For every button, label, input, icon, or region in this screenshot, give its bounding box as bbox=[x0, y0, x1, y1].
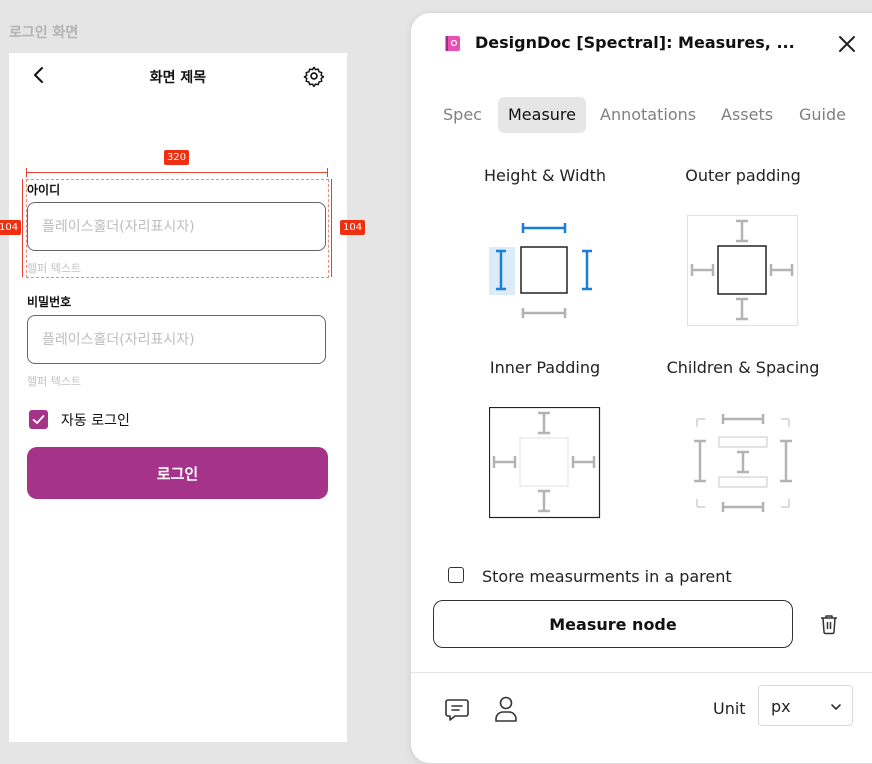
footer-divider bbox=[411, 672, 872, 673]
height-badge-left: 104 bbox=[0, 220, 22, 235]
height-badge-right: 104 bbox=[340, 220, 366, 235]
trash-icon[interactable] bbox=[819, 613, 839, 635]
unit-label: Unit bbox=[713, 699, 746, 718]
measure-node-button[interactable]: Measure node bbox=[433, 600, 793, 648]
height-width-icon[interactable] bbox=[489, 213, 601, 325]
store-in-parent-label[interactable]: Store measurments in a parent bbox=[482, 567, 732, 586]
option-children-spacing-label: Children & Spacing bbox=[666, 358, 820, 377]
unit-select[interactable]: px bbox=[758, 685, 853, 726]
chevron-down-icon bbox=[831, 704, 841, 710]
option-inner-padding-label: Inner Padding bbox=[489, 358, 601, 377]
pw-helper-text: 헬퍼 텍스트 bbox=[27, 375, 82, 388]
unit-select-value: px bbox=[771, 697, 791, 716]
tab-spec[interactable]: Spec bbox=[433, 97, 492, 133]
option-outer-padding-label: Outer padding bbox=[685, 166, 801, 185]
pw-field-label: 비밀번호 bbox=[27, 295, 72, 309]
auto-login-label[interactable]: 자동 로그인 bbox=[61, 410, 130, 430]
tab-measure[interactable]: Measure bbox=[498, 97, 586, 133]
login-screen-frame: 화면 제목 아이디 헬퍼 텍스트 320 104 104 비밀번호 헬퍼 텍스트… bbox=[0, 53, 366, 742]
inner-padding-icon[interactable] bbox=[489, 407, 601, 519]
screen-title: 화면 제목 bbox=[149, 70, 207, 86]
login-button[interactable]: 로그인 bbox=[27, 447, 328, 499]
outer-padding-icon[interactable] bbox=[687, 215, 799, 327]
width-measure-tick-right bbox=[327, 168, 328, 177]
measure-outline bbox=[26, 179, 329, 278]
tab-annotations[interactable]: Annotations bbox=[590, 97, 706, 133]
gear-icon[interactable] bbox=[303, 65, 325, 87]
width-measure-line bbox=[26, 172, 327, 173]
option-height-width-label: Height & Width bbox=[483, 166, 607, 185]
tab-guide[interactable]: Guide bbox=[789, 97, 856, 133]
close-icon[interactable] bbox=[836, 33, 858, 55]
check-icon bbox=[32, 415, 45, 424]
panel-title: DesignDoc [Spectral]: Measures, ... bbox=[475, 33, 795, 52]
comment-icon[interactable] bbox=[444, 696, 470, 722]
frame-label[interactable]: 로그인 화면 bbox=[9, 22, 78, 42]
height-measure-line-right bbox=[331, 179, 332, 277]
tab-assets[interactable]: Assets bbox=[711, 97, 783, 133]
pw-input[interactable] bbox=[27, 315, 326, 364]
designdoc-plugin-panel: DesignDoc [Spectral]: Measures, ... Spec… bbox=[410, 12, 872, 764]
auto-login-checkbox[interactable] bbox=[29, 410, 48, 429]
children-spacing-icon[interactable] bbox=[687, 407, 799, 519]
user-icon[interactable] bbox=[493, 695, 519, 723]
width-measure-tick-left bbox=[26, 168, 27, 177]
height-measure-line-left bbox=[22, 179, 23, 277]
width-badge: 320 bbox=[164, 150, 190, 165]
plugin-icon bbox=[445, 36, 460, 51]
store-in-parent-checkbox[interactable] bbox=[448, 567, 464, 583]
